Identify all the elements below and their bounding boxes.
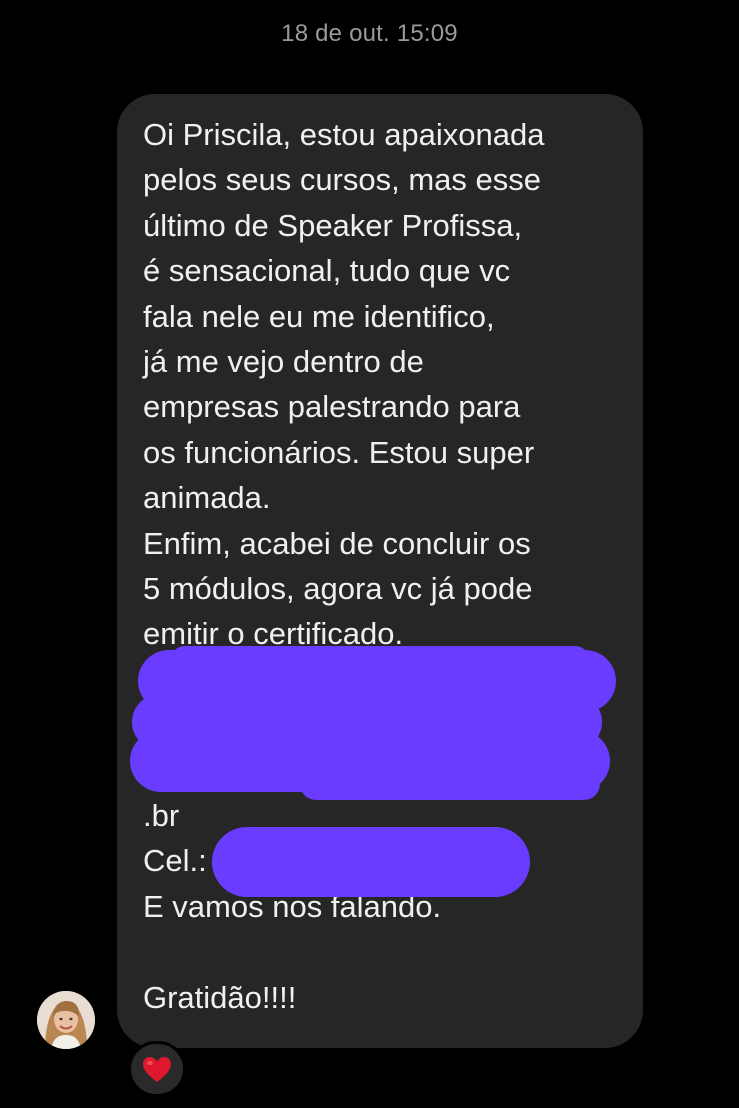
message-line-11: 5 módulos, agora vc já pode [143, 571, 533, 607]
user-avatar-photo-icon [37, 991, 95, 1049]
message-line-4: é sensacional, tudo que vc [143, 253, 511, 289]
message-line-6: já me vejo dentro de [143, 344, 424, 380]
message-line-7: empresas palestrando para [143, 389, 521, 425]
red-heart-icon [143, 1056, 171, 1082]
message-line-10: Enfim, acabei de concluir os [143, 525, 531, 561]
message-line-8: os funcionários. Estou super [143, 434, 535, 470]
message-line-2: pelos seus cursos, mas esse [143, 162, 542, 198]
avatar[interactable] [37, 991, 95, 1049]
message-line-1: Oi Priscila, estou apaixonada [143, 117, 545, 152]
phone-redaction [212, 827, 530, 897]
message-line-9: animada. [143, 480, 271, 516]
heart-reaction[interactable] [128, 1041, 186, 1097]
message-timestamp: 18 de out. 15:09 [281, 20, 458, 47]
message-bubble[interactable]: Oi Priscila, estou apaixonada pelos seus… [117, 94, 643, 1048]
signoff-line: Gratidão!!!! [143, 979, 297, 1015]
message-line-3: último de Speaker Profissa, [143, 207, 523, 243]
message-line-5: fala nele eu me identifico, [143, 298, 495, 334]
